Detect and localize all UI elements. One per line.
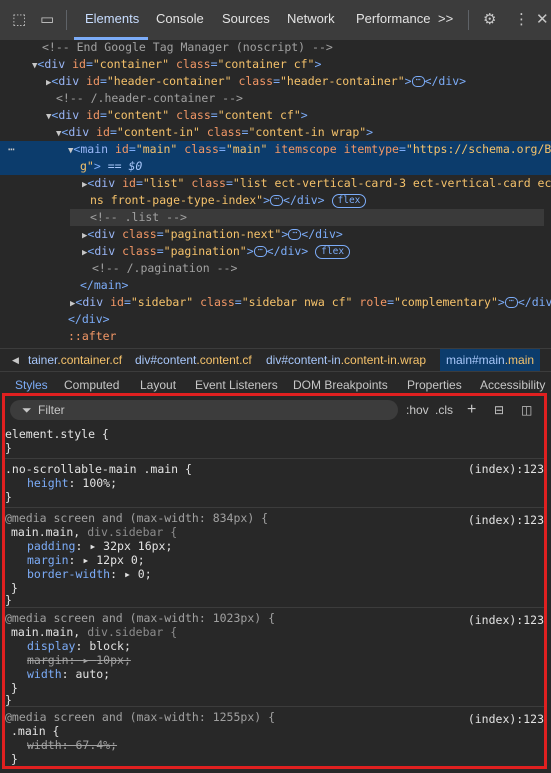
- ellipsis-button[interactable]: ⋯: [270, 195, 284, 206]
- tab-properties[interactable]: Properties: [407, 372, 462, 394]
- dom-comment[interactable]: <!-- .list -->: [70, 209, 544, 226]
- dom-node-pagination-next[interactable]: ▶<div class="pagination-next"> ⋯ </div>: [82, 226, 343, 243]
- tab-network[interactable]: Network: [287, 11, 335, 26]
- ellipsis-button[interactable]: ⋯: [411, 76, 425, 87]
- toolbar-divider: [468, 10, 469, 30]
- toolbar-divider: [66, 10, 67, 30]
- tab-performance[interactable]: Performance: [356, 11, 430, 26]
- flex-badge[interactable]: flex: [331, 193, 367, 208]
- breadcrumb-item[interactable]: div#content-in.content-in.wrap: [266, 349, 426, 371]
- breadcrumb-item[interactable]: div#content.content.cf: [135, 349, 252, 371]
- dom-node-header-container[interactable]: ▶<div id="header-container" class="heade…: [46, 73, 466, 90]
- tab-console[interactable]: Console: [156, 11, 204, 26]
- tab-dom-breakpoints[interactable]: DOM Breakpoints: [293, 372, 388, 394]
- kebab-menu-icon[interactable]: ⋮: [514, 10, 529, 28]
- tab-event-listeners[interactable]: Event Listeners: [195, 372, 278, 394]
- dom-close-div[interactable]: </div>: [68, 311, 110, 328]
- breadcrumb-item-selected[interactable]: main#main.main: [440, 349, 541, 371]
- flex-badge[interactable]: flex: [315, 244, 351, 259]
- dom-tree: <!-- End Google Tag Manager (noscript) -…: [0, 40, 551, 346]
- dom-node-list-cont[interactable]: ns front-page-type-index"> ⋯ </div> flex: [90, 192, 367, 209]
- more-tabs-button[interactable]: >>: [438, 11, 453, 26]
- ellipsis-button[interactable]: ⋯: [253, 246, 267, 257]
- devtools-toolbar: ⬚ ▭ Elements Console Sources Network Per…: [0, 0, 551, 40]
- inspect-element-icon[interactable]: ⬚: [12, 10, 26, 28]
- dom-node-list[interactable]: ▶<div id="list" class="list ect-vertical…: [82, 175, 551, 192]
- dom-pseudo-after[interactable]: ::after: [68, 328, 116, 345]
- tab-styles[interactable]: Styles: [15, 372, 48, 394]
- dom-comment[interactable]: <!-- /.header-container -->: [56, 90, 243, 107]
- dom-node-content-in[interactable]: ▼<div id="content-in" class="content-in …: [56, 124, 373, 141]
- breadcrumb-item[interactable]: tainer.container.cf: [28, 349, 122, 371]
- device-toolbar-icon[interactable]: ▭: [40, 10, 54, 28]
- dom-close-main[interactable]: </main>: [80, 277, 128, 294]
- dom-node-pagination[interactable]: ▶<div class="pagination"> ⋯ </div> flex: [82, 243, 351, 260]
- dom-comment[interactable]: <!-- /.pagination -->: [92, 260, 237, 277]
- dom-node-content[interactable]: ▼<div id="content" class="content cf">: [46, 107, 308, 124]
- dom-node-main-selected[interactable]: ⋯ ▼<main id="main" class="main" itemscop…: [0, 141, 551, 175]
- dom-node-container[interactable]: ▼<div id="container" class="container cf…: [32, 56, 321, 73]
- tab-elements[interactable]: Elements: [85, 11, 139, 26]
- ellipsis-button[interactable]: ⋯: [288, 229, 302, 240]
- gear-icon[interactable]: ⚙: [483, 10, 496, 28]
- dom-comment[interactable]: <!-- End Google Tag Manager (noscript) -…: [42, 40, 333, 56]
- highlight-frame: [2, 393, 547, 769]
- tab-sources[interactable]: Sources: [222, 11, 270, 26]
- ellipsis-button[interactable]: ⋯: [504, 297, 518, 308]
- breadcrumb: ◀ tainer.container.cf div#content.conten…: [0, 348, 551, 371]
- styles-pane-tabs: Styles Computed Layout Event Listeners D…: [0, 371, 551, 394]
- tab-layout[interactable]: Layout: [140, 372, 176, 394]
- tab-accessibility[interactable]: Accessibility: [480, 372, 545, 394]
- close-icon[interactable]: ✕: [536, 10, 549, 28]
- tab-computed[interactable]: Computed: [64, 372, 119, 394]
- scroll-left-icon[interactable]: ◀: [12, 349, 19, 371]
- node-actions-icon[interactable]: ⋯: [8, 141, 15, 158]
- dom-node-sidebar[interactable]: ▶<div id="sidebar" class="sidebar nwa cf…: [70, 294, 551, 311]
